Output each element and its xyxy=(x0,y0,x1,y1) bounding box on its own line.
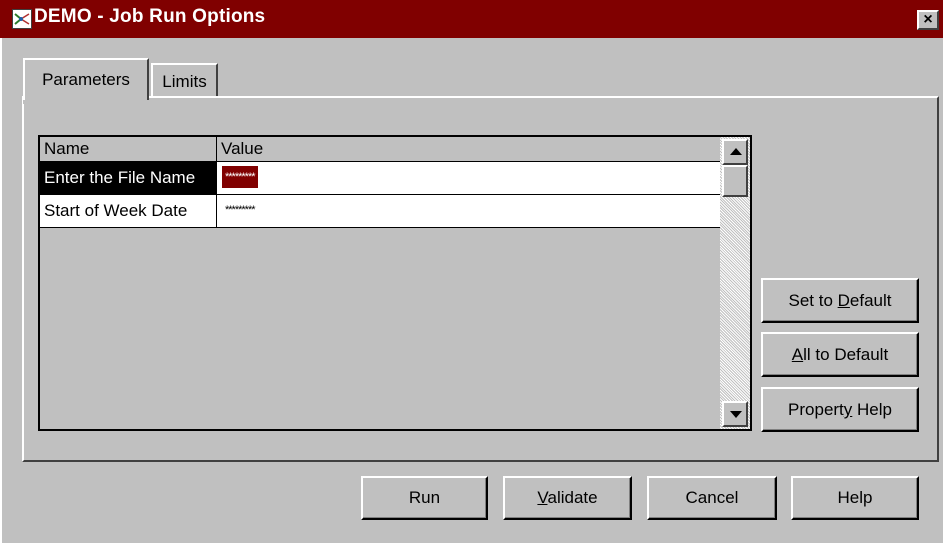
set-to-default-button[interactable]: Set to Default xyxy=(761,278,919,323)
tab-parameters[interactable]: Parameters xyxy=(23,58,149,104)
button-label: ll to Default xyxy=(803,345,889,364)
title-bar[interactable]: DEMO - Job Run Options × xyxy=(0,0,943,38)
validate-button[interactable]: Validate xyxy=(503,476,632,520)
close-icon: × xyxy=(923,11,933,28)
cancel-button[interactable]: Cancel xyxy=(647,476,777,520)
tab-join xyxy=(23,100,149,104)
button-label: Set to xyxy=(788,291,838,310)
window-frame xyxy=(0,38,2,543)
scroll-thumb[interactable] xyxy=(722,165,748,197)
button-label: efault xyxy=(849,291,892,310)
scroll-up-button[interactable] xyxy=(722,139,748,165)
mnemonic: D xyxy=(837,291,850,310)
vertical-scrollbar[interactable] xyxy=(720,137,750,429)
column-header-value[interactable]: Value xyxy=(217,137,720,161)
arrow-up-icon xyxy=(730,148,742,155)
button-label: alidate xyxy=(547,488,598,507)
button-label: Help xyxy=(852,400,892,419)
column-header-name[interactable]: Name xyxy=(40,137,217,161)
button-label: Run xyxy=(408,488,441,507)
table-row[interactable]: Enter the File Name ********* xyxy=(40,162,720,195)
close-button[interactable]: × xyxy=(917,10,939,30)
help-button[interactable]: Help xyxy=(791,476,919,520)
mnemonic: y xyxy=(843,400,853,419)
scroll-down-button[interactable] xyxy=(722,401,748,427)
button-label: Propert xyxy=(788,400,844,419)
button-label: Help xyxy=(837,488,873,507)
parameter-name[interactable]: Enter the File Name xyxy=(40,162,217,194)
parameters-grid[interactable]: Name Value Enter the File Name *********… xyxy=(38,135,752,431)
arrow-down-icon xyxy=(730,411,742,418)
mnemonic: V xyxy=(537,488,548,507)
grid-header: Name Value xyxy=(40,137,720,162)
app-icon xyxy=(12,9,32,29)
parameter-value[interactable]: ********* xyxy=(222,199,258,221)
parameter-value[interactable]: ********* xyxy=(222,166,258,188)
tab-label: Limits xyxy=(162,72,207,91)
mnemonic: A xyxy=(791,345,804,364)
property-help-button[interactable]: Property Help xyxy=(761,387,919,432)
all-to-default-button[interactable]: All to Default xyxy=(761,332,919,377)
tab-label: Parameters xyxy=(42,70,130,89)
window-title: DEMO - Job Run Options xyxy=(34,6,266,27)
table-row[interactable]: Start of Week Date ********* xyxy=(40,195,720,228)
run-button[interactable]: Run xyxy=(361,476,488,520)
parameter-name[interactable]: Start of Week Date xyxy=(40,195,217,227)
button-label: Cancel xyxy=(685,488,739,507)
tab-limits[interactable]: Limits xyxy=(151,63,218,98)
